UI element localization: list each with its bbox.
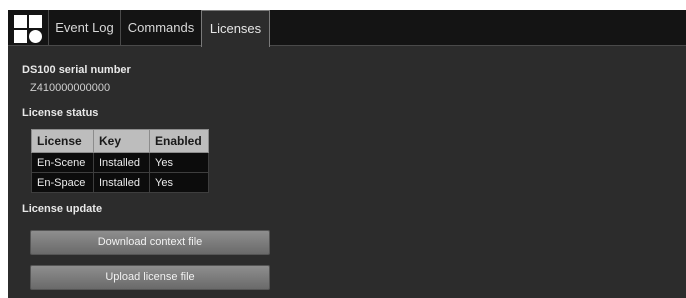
tab-licenses[interactable]: Licenses [201, 10, 270, 47]
license-update-heading: License update [22, 203, 103, 215]
tab-commands[interactable]: Commands [120, 10, 201, 46]
column-header-enabled: Enabled [149, 129, 209, 153]
license-status-heading: License status [22, 107, 99, 119]
app-window: Event Log Commands Licenses DS100 serial… [8, 10, 686, 298]
license-name-cell: En-Space [31, 172, 94, 193]
download-context-file-button[interactable]: Download context file [30, 230, 270, 255]
license-enabled-cell: Yes [149, 172, 209, 193]
serial-number-value: Z410000000000 [30, 82, 111, 94]
license-name-cell: En-Scene [31, 152, 94, 173]
upload-license-file-button[interactable]: Upload license file [30, 265, 270, 290]
serial-number-heading: DS100 serial number [22, 64, 131, 76]
license-key-cell: Installed [93, 152, 150, 173]
table-row: En-Scene Installed Yes [31, 152, 209, 173]
app-logo-icon [14, 15, 42, 43]
table-header-row: License Key Enabled [31, 129, 209, 153]
license-enabled-cell: Yes [149, 152, 209, 173]
top-navigation-bar: Event Log Commands Licenses [8, 10, 686, 47]
tab-event-log[interactable]: Event Log [48, 10, 120, 46]
license-key-cell: Installed [93, 172, 150, 193]
column-header-key: Key [93, 129, 150, 153]
column-header-license: License [31, 129, 94, 153]
license-status-table: License Key Enabled En-Scene Installed Y… [31, 129, 209, 193]
table-row: En-Space Installed Yes [31, 172, 209, 193]
